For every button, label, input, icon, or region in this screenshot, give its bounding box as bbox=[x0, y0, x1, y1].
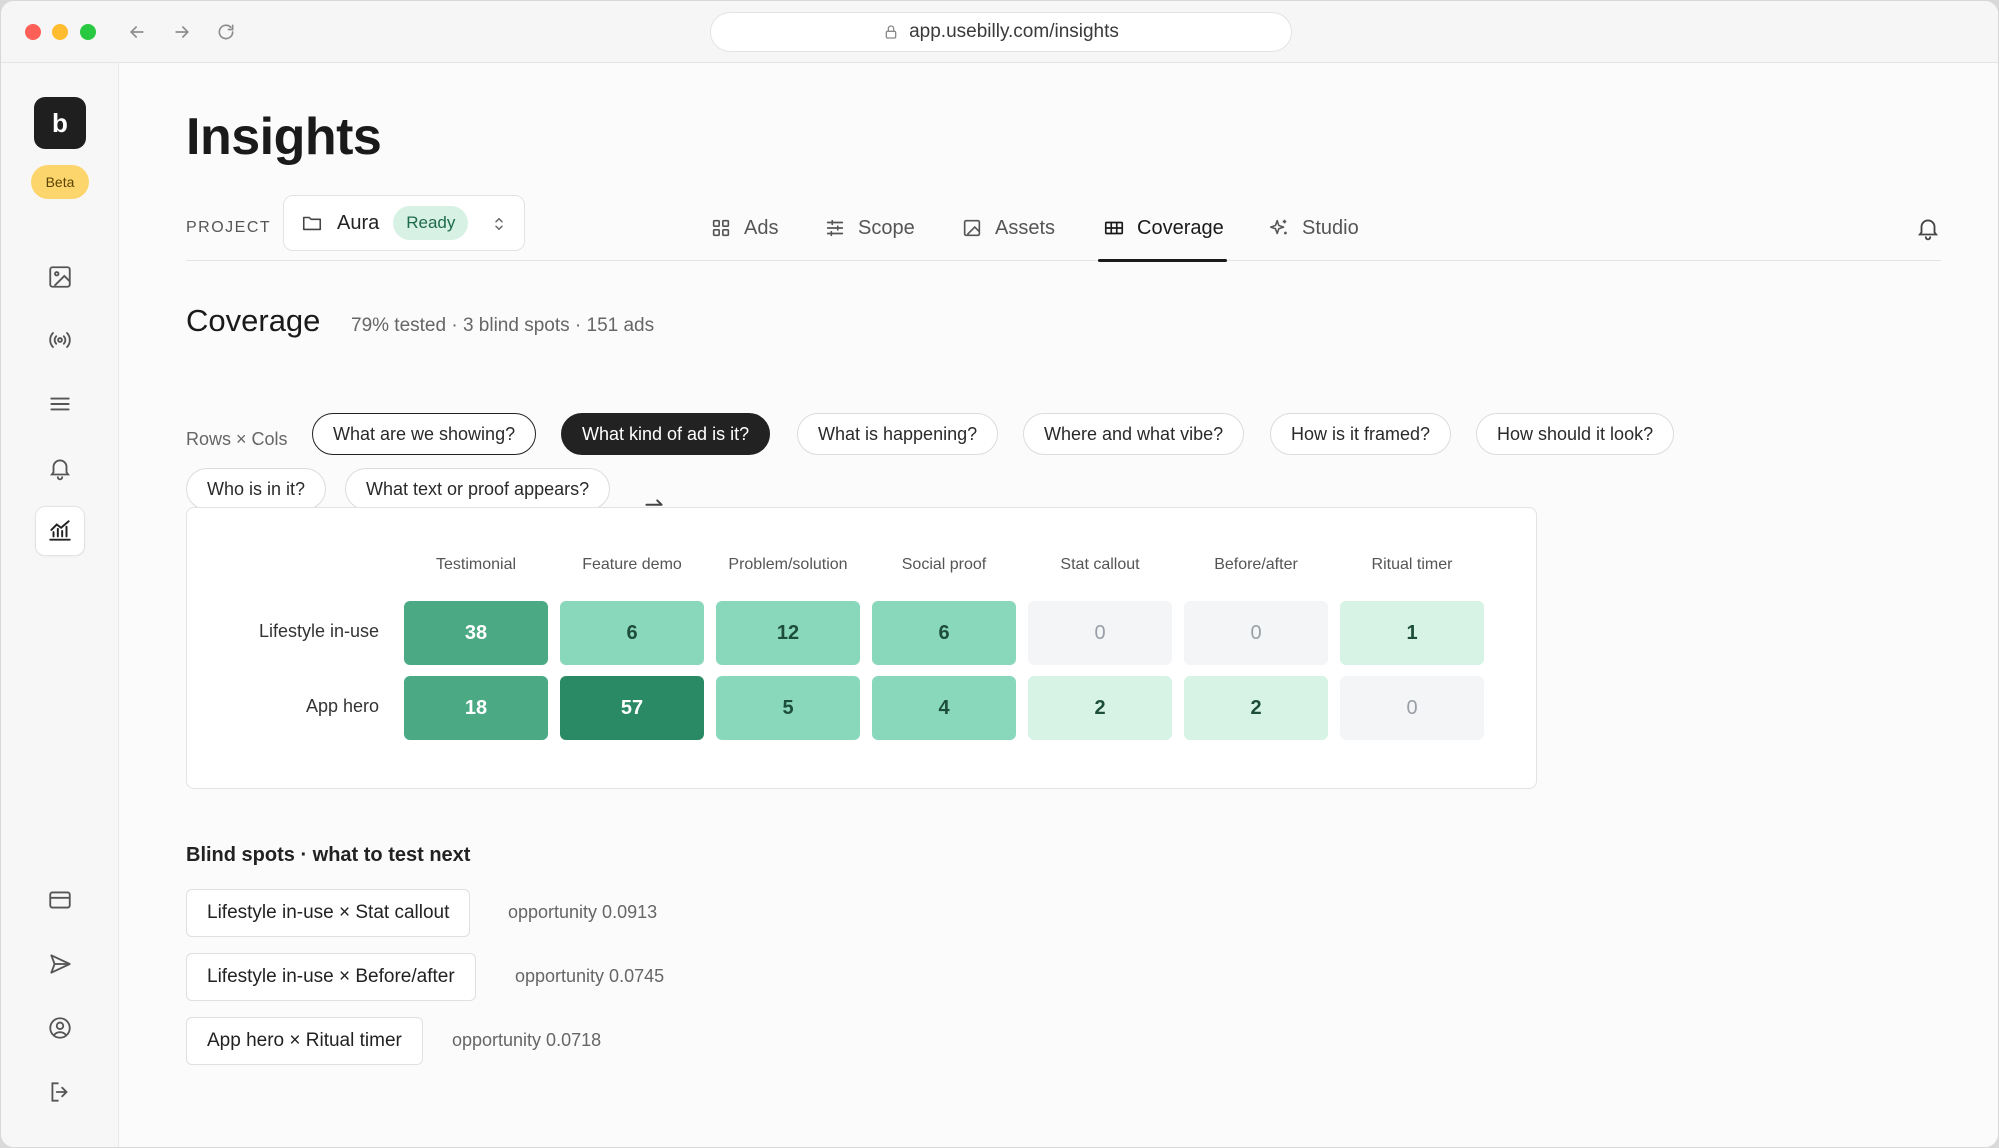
tab-coverage-label: Coverage bbox=[1137, 216, 1224, 239]
heatmap-column-label: Stat callout bbox=[1060, 556, 1140, 573]
dimension-chip[interactable]: What kind of ad is it? bbox=[561, 413, 771, 455]
main-content: Insights PROJECT Aura Ready Ads Scope As… bbox=[119, 63, 1998, 1147]
back-arrow-icon[interactable] bbox=[124, 19, 150, 45]
heatmap-cell[interactable]: 0 bbox=[1028, 601, 1172, 665]
minimize-window-button[interactable] bbox=[52, 24, 68, 40]
heatmap-cell[interactable]: 2 bbox=[1028, 676, 1172, 740]
blind-spots-title: Blind spots · what to test next bbox=[186, 844, 471, 866]
chevron-updown-icon bbox=[495, 217, 503, 231]
heatmap-cell[interactable]: 0 bbox=[1184, 601, 1328, 665]
dimension-chip[interactable]: What text or proof appears? bbox=[345, 468, 611, 510]
image-icon[interactable] bbox=[35, 252, 85, 302]
opportunity-score: opportunity 0.0913 bbox=[508, 902, 658, 922]
url-text: app.usebilly.com/insights bbox=[909, 21, 1119, 42]
heatmap-row-label: Lifestyle in-use bbox=[258, 621, 379, 641]
dimension-chip[interactable]: How is it framed? bbox=[1270, 413, 1452, 455]
section-title: Coverage bbox=[186, 303, 321, 338]
card-icon[interactable] bbox=[35, 875, 85, 925]
blind-spot-chip[interactable]: Lifestyle in-use × Before/after bbox=[186, 953, 476, 1001]
heatmap-cell[interactable]: 57 bbox=[560, 676, 704, 740]
dimension-chip[interactable]: What is happening? bbox=[797, 413, 999, 455]
heatmap-cell[interactable]: 2 bbox=[1184, 676, 1328, 740]
sidebar: b Beta bbox=[1, 63, 119, 1147]
reload-icon[interactable] bbox=[213, 19, 239, 45]
heatmap-column-label: Social proof bbox=[901, 556, 987, 573]
tab-studio[interactable]: Studio bbox=[1268, 195, 1359, 261]
broadcast-icon[interactable] bbox=[35, 315, 85, 365]
coverage-summary: 79% tested · 3 blind spots · 151 ads bbox=[351, 315, 655, 336]
tab-scope[interactable]: Scope bbox=[824, 195, 915, 261]
close-window-button[interactable] bbox=[25, 24, 41, 40]
project-selector[interactable]: Aura Ready bbox=[283, 195, 525, 251]
sliders-icon bbox=[826, 219, 844, 237]
dimension-chip[interactable]: Who is in it? bbox=[186, 468, 327, 510]
tab-studio-label: Studio bbox=[1302, 216, 1359, 239]
grid-icon bbox=[712, 219, 730, 237]
heatmap-cell[interactable]: 12 bbox=[716, 601, 860, 665]
tab-assets[interactable]: Assets bbox=[961, 195, 1055, 261]
image-icon bbox=[963, 219, 981, 237]
address-bar[interactable]: app.usebilly.com/insights bbox=[710, 12, 1292, 52]
heatmap-cell[interactable]: 18 bbox=[404, 676, 548, 740]
status-badge: Ready bbox=[393, 206, 469, 240]
rows-cols-label: Rows × Cols bbox=[186, 429, 288, 449]
heatmap-cell[interactable]: 5 bbox=[716, 676, 860, 740]
heatmap-cell[interactable]: 1 bbox=[1340, 601, 1484, 665]
browser-titlebar: app.usebilly.com/insights bbox=[1, 1, 1998, 63]
heatmap-cell[interactable]: 4 bbox=[872, 676, 1016, 740]
menu-icon[interactable] bbox=[35, 379, 85, 429]
maximize-window-button[interactable] bbox=[80, 24, 96, 40]
table-icon bbox=[1104, 221, 1124, 235]
heatmap-cell[interactable]: 0 bbox=[1340, 676, 1484, 740]
page-title: Insights bbox=[186, 108, 382, 166]
forward-arrow-icon[interactable] bbox=[169, 19, 195, 45]
folder-icon bbox=[302, 216, 322, 231]
sparkle-icon bbox=[1269, 219, 1287, 235]
project-label: PROJECT bbox=[186, 219, 272, 236]
send-icon[interactable] bbox=[35, 939, 85, 989]
heatmap-cell[interactable]: 38 bbox=[404, 601, 548, 665]
dimension-chip[interactable]: How should it look? bbox=[1476, 413, 1675, 455]
bell-icon[interactable] bbox=[35, 443, 85, 493]
tab-coverage[interactable]: Coverage bbox=[1098, 195, 1227, 262]
opportunity-score: opportunity 0.0745 bbox=[515, 966, 665, 986]
dimension-chip[interactable]: Where and what vibe? bbox=[1023, 413, 1245, 455]
coverage-heatmap: Testimonial Feature demo Problem/solution S… bbox=[186, 507, 1537, 789]
blind-spot-chip[interactable]: Lifestyle in-use × Stat callout bbox=[186, 889, 471, 937]
top-navigation: PROJECT Aura Ready Ads Scope Assets Cove… bbox=[186, 195, 1941, 262]
project-name: Aura bbox=[337, 211, 380, 234]
heatmap-column-label: Before/after bbox=[1214, 556, 1298, 573]
heatmap-cell[interactable]: 6 bbox=[872, 601, 1016, 665]
dimension-chip[interactable]: What are we showing? bbox=[312, 413, 537, 455]
logout-icon[interactable] bbox=[35, 1067, 85, 1117]
heatmap-column-label: Feature demo bbox=[582, 556, 682, 573]
heatmap-column-label: Ritual timer bbox=[1371, 556, 1453, 573]
tab-ads[interactable]: Ads bbox=[710, 195, 778, 261]
app-logo[interactable]: b bbox=[34, 97, 86, 149]
tab-ads-label: Ads bbox=[744, 216, 779, 239]
browser-window: app.usebilly.com/insights b Beta Insight… bbox=[0, 0, 1999, 1148]
heatmap-row-label: App hero bbox=[305, 696, 379, 716]
heatmap-column-label: Testimonial bbox=[435, 556, 517, 573]
tab-scope-label: Scope bbox=[858, 216, 915, 239]
heatmap-cell[interactable]: 6 bbox=[560, 601, 704, 665]
blind-spot-chip[interactable]: App hero × Ritual timer bbox=[186, 1017, 423, 1065]
tab-assets-label: Assets bbox=[995, 216, 1056, 239]
opportunity-score: opportunity 0.0718 bbox=[452, 1030, 602, 1050]
user-circle-icon[interactable] bbox=[35, 1003, 85, 1053]
chart-icon[interactable] bbox=[35, 506, 85, 556]
beta-badge: Beta bbox=[31, 165, 89, 199]
heatmap-column-label: Problem/solution bbox=[728, 556, 848, 573]
lock-icon bbox=[885, 25, 897, 39]
notification-bell-icon[interactable] bbox=[1915, 215, 1941, 241]
